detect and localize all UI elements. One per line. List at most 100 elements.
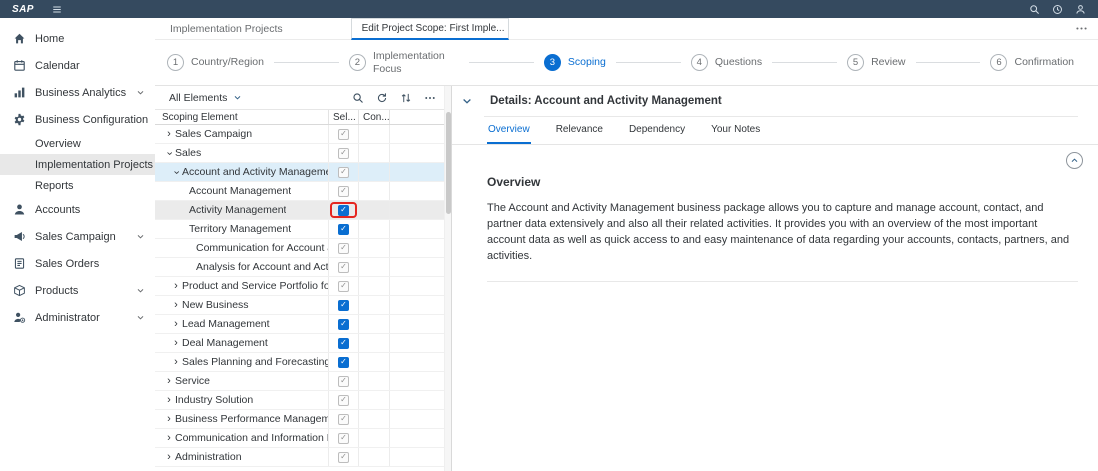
conflict-cell bbox=[358, 448, 390, 466]
scoping-row-service[interactable]: › Service ✓ bbox=[155, 372, 444, 391]
column-selected[interactable]: Sel... bbox=[328, 110, 358, 124]
clock-icon[interactable] bbox=[1052, 4, 1063, 15]
select-cell: ✓ bbox=[328, 125, 358, 143]
expand-arrow-icon[interactable]: › bbox=[163, 413, 175, 425]
scoping-row-sales-planning-and-forecasting[interactable]: › Sales Planning and Forecasting ✓ bbox=[155, 353, 444, 372]
expand-arrow-icon[interactable]: › bbox=[163, 432, 175, 444]
scoping-row-administration[interactable]: › Administration ✓ bbox=[155, 448, 444, 467]
select-checkbox[interactable]: ✓ bbox=[338, 280, 349, 292]
wizard-step-implementation-focus[interactable]: 2 Implementation Focus bbox=[348, 50, 459, 75]
wizard-step-questions[interactable]: 4 Questions bbox=[690, 54, 762, 71]
scoping-element-label: Sales Campaign bbox=[175, 128, 253, 140]
collapse-header-button[interactable] bbox=[1066, 152, 1083, 169]
select-checkbox[interactable]: ✓ bbox=[338, 147, 349, 159]
details-panel: Details: Account and Activity Management… bbox=[451, 86, 1098, 471]
home-icon bbox=[13, 32, 26, 45]
scoping-row-industry-solution[interactable]: › Industry Solution ✓ bbox=[155, 391, 444, 410]
scoping-row-territory-management[interactable]: Territory Management ✓ bbox=[155, 220, 444, 239]
menu-icon[interactable] bbox=[52, 4, 62, 14]
wizard-step-confirmation[interactable]: 6 Confirmation bbox=[990, 54, 1074, 71]
select-checkbox[interactable]: ✓ bbox=[338, 299, 349, 311]
scoping-row-sales-campaign[interactable]: › Sales Campaign ✓ bbox=[155, 125, 444, 144]
select-checkbox[interactable]: ✓ bbox=[338, 185, 349, 197]
wizard-step-review[interactable]: 5 Review bbox=[847, 54, 906, 71]
overflow-icon[interactable] bbox=[424, 92, 436, 104]
scoping-row-business-performance-management[interactable]: › Business Performance Management ✓ bbox=[155, 410, 444, 429]
sidebar-item-sales-campaign[interactable]: Sales Campaign bbox=[0, 223, 155, 250]
elements-filter-dropdown[interactable]: All Elements bbox=[169, 92, 242, 104]
expand-arrow-icon[interactable]: › bbox=[163, 394, 175, 406]
sidebar-subitem-reports[interactable]: Reports bbox=[0, 175, 155, 196]
scoping-row-deal-management[interactable]: › Deal Management ✓ bbox=[155, 334, 444, 353]
details-collapse-icon[interactable] bbox=[461, 95, 473, 107]
select-checkbox[interactable]: ✓ bbox=[338, 223, 349, 235]
scoping-row-activity-management[interactable]: Activity Management ✓ bbox=[155, 201, 444, 220]
row-filler bbox=[390, 258, 444, 276]
expand-arrow-icon[interactable]: › bbox=[163, 128, 175, 140]
search-icon[interactable] bbox=[352, 92, 364, 104]
wizard-step-scoping[interactable]: 3 Scoping bbox=[543, 54, 606, 71]
sidebar-item-sales-orders[interactable]: Sales Orders bbox=[0, 250, 155, 277]
search-icon[interactable] bbox=[1029, 4, 1040, 15]
profile-icon[interactable] bbox=[1075, 4, 1086, 15]
expand-arrow-icon[interactable]: › bbox=[170, 318, 182, 330]
select-checkbox[interactable]: ✓ bbox=[338, 128, 349, 140]
sidebar-item-business-configuration[interactable]: Business Configuration bbox=[0, 106, 155, 133]
select-checkbox[interactable]: ✓ bbox=[338, 375, 349, 387]
details-tab-your-notes[interactable]: Your Notes bbox=[710, 118, 761, 144]
expand-arrow-icon[interactable]: › bbox=[170, 356, 182, 368]
sidebar-item-accounts[interactable]: Accounts bbox=[0, 196, 155, 223]
wizard-step-country-region[interactable]: 1 Country/Region bbox=[167, 54, 264, 71]
sidebar-item-administrator[interactable]: Administrator bbox=[0, 304, 155, 331]
refresh-icon[interactable] bbox=[376, 92, 388, 104]
scoping-row-new-business[interactable]: › New Business ✓ bbox=[155, 296, 444, 315]
table-tools bbox=[352, 92, 436, 104]
gear-icon bbox=[13, 113, 26, 126]
sidebar-item-business-analytics[interactable]: Business Analytics bbox=[0, 79, 155, 106]
sidebar-subitem-overview[interactable]: Overview bbox=[0, 133, 155, 154]
scoping-row-communication-for-account-and-ac[interactable]: Communication for Account and Ac... ✓ bbox=[155, 239, 444, 258]
expand-arrow-icon[interactable]: › bbox=[163, 451, 175, 463]
scoping-row-communication-and-information-excha[interactable]: ›Communication and Information Excha... ✓ bbox=[155, 429, 444, 448]
select-checkbox[interactable]: ✓ bbox=[338, 318, 349, 330]
tab-overflow-icon[interactable] bbox=[1075, 22, 1088, 35]
select-checkbox[interactable]: ✓ bbox=[338, 356, 349, 368]
details-tab-overview[interactable]: Overview bbox=[487, 118, 531, 144]
select-checkbox[interactable]: ✓ bbox=[338, 166, 349, 178]
collapse-arrow-icon[interactable]: › bbox=[171, 166, 183, 178]
expand-arrow-icon[interactable]: › bbox=[170, 337, 182, 349]
select-checkbox[interactable]: ✓ bbox=[338, 451, 349, 463]
scoping-row-sales[interactable]: › Sales ✓ bbox=[155, 144, 444, 163]
scoping-row-account-and-activity-management[interactable]: › Account and Activity Management ✓ bbox=[155, 163, 444, 182]
collapse-arrow-icon[interactable]: › bbox=[164, 147, 176, 159]
sidebar-item-label: Calendar bbox=[35, 59, 80, 72]
select-checkbox[interactable]: ✓ bbox=[338, 413, 349, 425]
select-checkbox[interactable]: ✓ bbox=[338, 432, 349, 444]
scoping-row-analysis-for-account-and-activity-m[interactable]: Analysis for Account and Activity M... ✓ bbox=[155, 258, 444, 277]
expand-arrow-icon[interactable]: › bbox=[163, 375, 175, 387]
scoping-row-account-management[interactable]: Account Management ✓ bbox=[155, 182, 444, 201]
expand-arrow-icon[interactable]: › bbox=[170, 280, 182, 292]
details-tab-dependency[interactable]: Dependency bbox=[628, 118, 686, 144]
details-tab-relevance[interactable]: Relevance bbox=[555, 118, 604, 144]
tab-edit-project-scope[interactable]: Edit Project Scope: First Imple... bbox=[350, 17, 509, 40]
content-area: All Elements Scoping Element Sel... Con.… bbox=[155, 86, 1098, 471]
sort-icon[interactable] bbox=[400, 92, 412, 104]
sidebar-item-home[interactable]: Home bbox=[0, 25, 155, 52]
select-checkbox[interactable]: ✓ bbox=[338, 337, 349, 349]
expand-arrow-icon[interactable]: › bbox=[170, 299, 182, 311]
select-checkbox[interactable]: ✓ bbox=[338, 261, 349, 273]
tab-implementation-projects[interactable]: Implementation Projects bbox=[170, 23, 283, 35]
select-checkbox[interactable]: ✓ bbox=[338, 242, 349, 254]
column-scoping-element[interactable]: Scoping Element bbox=[155, 112, 328, 123]
scoping-row-lead-management[interactable]: › Lead Management ✓ bbox=[155, 315, 444, 334]
sidebar-subitem-implementation-projects[interactable]: Implementation Projects bbox=[0, 154, 155, 175]
scoping-row-product-and-service-portfolio-for-sales[interactable]: ›Product and Service Portfolio for Sales… bbox=[155, 277, 444, 296]
select-checkbox[interactable]: ✓ bbox=[338, 394, 349, 406]
app-body: Home Calendar Business Analytics Business C… bbox=[0, 17, 1098, 471]
column-conflict[interactable]: Con... bbox=[358, 110, 390, 124]
sidebar-item-calendar[interactable]: Calendar bbox=[0, 52, 155, 79]
sidebar-item-products[interactable]: Products bbox=[0, 277, 155, 304]
vertical-scrollbar[interactable] bbox=[444, 86, 451, 471]
select-checkbox[interactable]: ✓ bbox=[338, 204, 349, 216]
